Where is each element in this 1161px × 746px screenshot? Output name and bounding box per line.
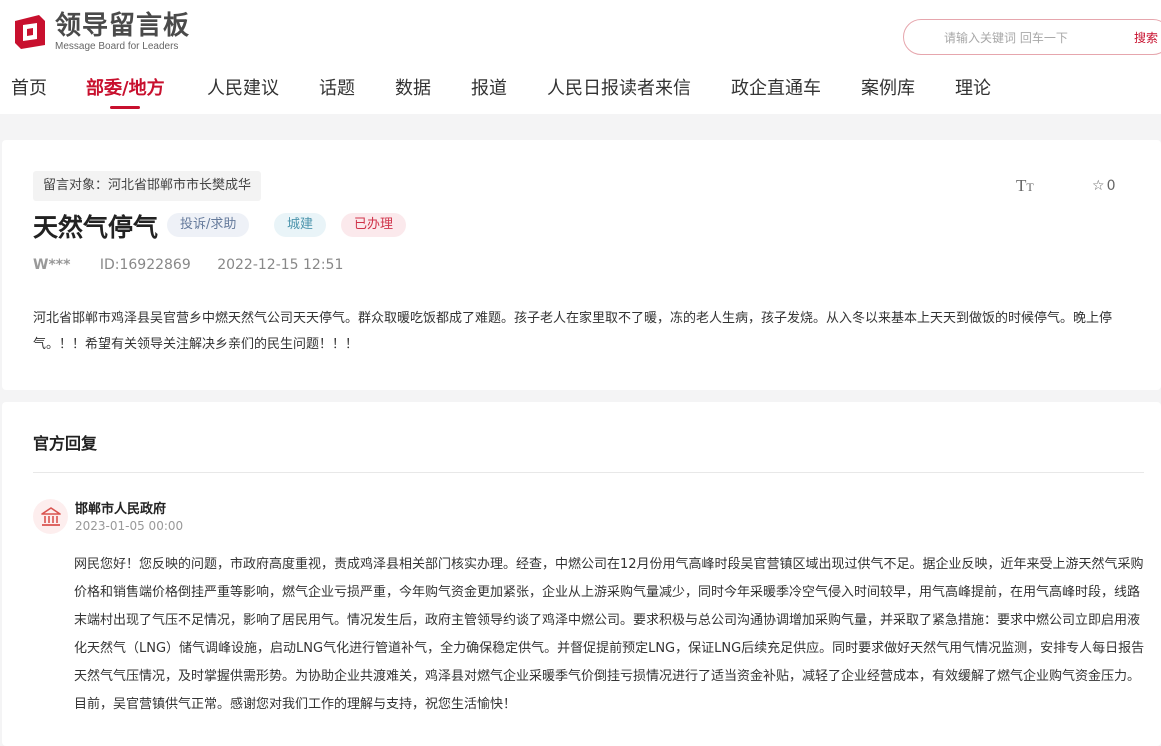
nav-item-reports[interactable]: 报道	[471, 74, 507, 100]
message-title: 天然气停气	[33, 213, 159, 242]
reply-section-title: 官方回复	[33, 434, 98, 453]
divider	[33, 472, 1144, 473]
reply-org-name: 邯郸市人民政府	[75, 502, 167, 517]
font-size-icon[interactable]: TT	[1016, 176, 1034, 196]
message-meta: W*** ID:16922869 2022-12-15 12:51	[33, 257, 343, 273]
tag-complaint: 投诉/求助	[167, 213, 250, 237]
nav-item-case-library[interactable]: 案例库	[861, 74, 915, 100]
nav-item-topics[interactable]: 话题	[319, 74, 355, 100]
nav-item-people-suggestions[interactable]: 人民建议	[207, 74, 279, 100]
nav-item-theory[interactable]: 理论	[955, 74, 991, 100]
logo-subtitle: Message Board for Leaders	[55, 41, 179, 52]
nav-active-indicator	[110, 106, 140, 109]
message-author: W***	[33, 257, 71, 273]
nav-item-home[interactable]: 首页	[11, 74, 47, 100]
nav-item-ministries-local[interactable]: 部委/地方	[86, 74, 165, 100]
search-input[interactable]	[944, 28, 1124, 48]
reply-card: 官方回复 邯郸市人民政府 2023-01-05 00:00 网民您好！您反映的问…	[2, 402, 1161, 746]
search-button[interactable]: 搜索	[1134, 29, 1158, 46]
site-header: 领导留言板 Message Board for Leaders 搜索 首页 部委…	[0, 0, 1161, 114]
favorite-button[interactable]: ☆ 0	[1090, 178, 1115, 194]
message-datetime: 2022-12-15 12:51	[217, 257, 344, 273]
message-target: 留言对象：河北省邯郸市市长樊成华	[33, 171, 262, 201]
status-badge: 已办理	[341, 213, 407, 237]
reply-datetime: 2023-01-05 00:00	[75, 519, 184, 533]
message-card: 留言对象：河北省邯郸市市长樊成华 TT ☆ 0 天然气停气 投诉/求助 城建 已办…	[2, 140, 1161, 390]
logo-mark-icon	[11, 13, 49, 51]
star-icon: ☆	[1092, 178, 1105, 194]
tag-urban-construction: 城建	[274, 213, 327, 237]
reply-content: 网民您好！您反映的问题，市政府高度重视，责成鸡泽县相关部门核实办理。经查，中燃公…	[74, 557, 1145, 712]
nav-item-enterprise-express[interactable]: 政企直通车	[731, 74, 821, 100]
nav-item-data[interactable]: 数据	[395, 74, 431, 100]
nav-item-reader-letters[interactable]: 人民日报读者来信	[547, 74, 691, 100]
message-id: ID:16922869	[99, 257, 191, 273]
favorite-count: 0	[1106, 178, 1116, 194]
site-logo[interactable]: 领导留言板 Message Board for Leaders	[11, 10, 190, 54]
logo-title: 领导留言板	[55, 11, 191, 41]
government-building-icon	[33, 499, 68, 534]
message-content: 河北省邯郸市鸡泽县吴官营乡中燃天然气公司天天停气。群众取暖吃饭都成了难题。孩子老…	[33, 311, 1113, 352]
search-box: 搜索	[903, 19, 1161, 55]
